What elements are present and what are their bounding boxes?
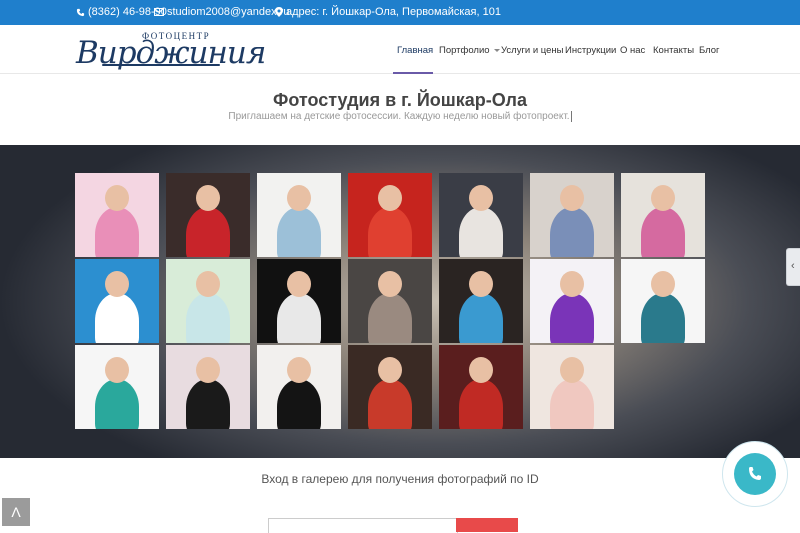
photo-subject-face bbox=[287, 357, 311, 383]
address-contact: адрес: г. Йошкар-Ола, Первомайская, 101 bbox=[275, 6, 501, 18]
page-title: Фотостудия в г. Йошкар-Ола bbox=[273, 90, 527, 110]
gallery-photo[interactable] bbox=[621, 173, 705, 257]
gallery-photo[interactable] bbox=[348, 259, 432, 343]
gallery-photo[interactable] bbox=[530, 259, 614, 343]
photo-subject bbox=[459, 293, 503, 343]
subtitle-text: Приглашаем на детские фотосессии. Каждую… bbox=[228, 111, 570, 123]
envelope-icon bbox=[154, 8, 164, 16]
typing-cursor bbox=[570, 111, 572, 122]
photo-subject-face bbox=[651, 185, 675, 211]
photo-subject-face bbox=[378, 357, 402, 383]
gallery-photo[interactable] bbox=[75, 345, 159, 429]
email-text: studiom2008@yandex.ru bbox=[167, 6, 290, 18]
photo-subject-face bbox=[560, 271, 584, 297]
photo-subject-face bbox=[196, 357, 220, 383]
gallery-photo[interactable] bbox=[75, 173, 159, 257]
gallery-login-button[interactable] bbox=[456, 518, 518, 532]
photo-subject-face bbox=[287, 271, 311, 297]
photo-subject bbox=[95, 207, 139, 257]
gallery-photo[interactable] bbox=[166, 173, 250, 257]
nav-portfolio-label: Портфолио bbox=[439, 45, 490, 56]
gallery-photo[interactable] bbox=[257, 345, 341, 429]
chevron-up-icon: Λ bbox=[11, 504, 21, 520]
gallery-photo[interactable] bbox=[530, 345, 614, 429]
photo-subject-face bbox=[196, 185, 220, 211]
photo-subject bbox=[368, 293, 412, 343]
photo-subject-face bbox=[105, 357, 129, 383]
photo-subject-face bbox=[560, 185, 584, 211]
email-contact[interactable]: studiom2008@yandex.ru bbox=[154, 6, 289, 18]
gallery-photo[interactable] bbox=[257, 173, 341, 257]
gallery-photo[interactable] bbox=[530, 173, 614, 257]
photo-subject-face bbox=[105, 271, 129, 297]
callback-button[interactable] bbox=[722, 441, 788, 507]
gallery-photo[interactable] bbox=[75, 259, 159, 343]
gallery-photo[interactable] bbox=[257, 259, 341, 343]
photo-subject bbox=[277, 379, 321, 429]
gallery-login-label: Вход в галерею для получения фотографий … bbox=[261, 472, 539, 486]
gallery-photo[interactable] bbox=[439, 173, 523, 257]
photo-subject-face bbox=[105, 185, 129, 211]
phone-icon bbox=[749, 467, 761, 480]
nav-about[interactable]: О нас bbox=[620, 45, 645, 56]
gallery-photo[interactable] bbox=[439, 259, 523, 343]
photo-subject-face bbox=[560, 357, 584, 383]
page-subtitle: Приглашаем на детские фотосессии. Каждую… bbox=[0, 111, 800, 122]
photo-id-input[interactable] bbox=[268, 518, 458, 533]
gallery-photo[interactable] bbox=[621, 259, 705, 343]
photo-subject-face bbox=[196, 271, 220, 297]
photo-subject-face bbox=[378, 185, 402, 211]
chevron-left-icon: ‹ bbox=[791, 260, 795, 272]
photo-subject bbox=[95, 379, 139, 429]
photo-subject bbox=[641, 207, 685, 257]
gallery-photo[interactable] bbox=[166, 345, 250, 429]
site-logo[interactable]: ФОТОЦЕНТР Вирджиния bbox=[76, 27, 266, 71]
photo-subject bbox=[95, 293, 139, 343]
photo-subject bbox=[368, 207, 412, 257]
photo-subject bbox=[186, 293, 230, 343]
scroll-to-top-button[interactable]: Λ bbox=[2, 498, 30, 526]
nav-instructions[interactable]: Инструкции bbox=[565, 45, 616, 56]
photo-subject bbox=[550, 293, 594, 343]
photo-subject bbox=[459, 379, 503, 429]
photo-subject-face bbox=[469, 185, 493, 211]
nav-contacts[interactable]: Контакты bbox=[653, 45, 694, 56]
photo-subject bbox=[277, 293, 321, 343]
nav-portfolio[interactable]: Портфолио bbox=[439, 45, 500, 56]
chevron-down-icon bbox=[493, 48, 500, 52]
nav-blog[interactable]: Блог bbox=[699, 45, 720, 56]
photo-subject-face bbox=[469, 357, 493, 383]
gallery-photo[interactable] bbox=[439, 345, 523, 429]
side-panel-toggle[interactable]: ‹ bbox=[786, 248, 800, 286]
photo-subject-face bbox=[469, 271, 493, 297]
photo-subject bbox=[550, 207, 594, 257]
address-text: адрес: г. Йошкар-Ола, Первомайская, 101 bbox=[286, 6, 501, 18]
photo-subject bbox=[186, 207, 230, 257]
photo-subject bbox=[368, 379, 412, 429]
photo-subject-face bbox=[287, 185, 311, 211]
gallery-photo[interactable] bbox=[348, 173, 432, 257]
site-header: ФОТОЦЕНТР Вирджиния Главная Портфолио Ус… bbox=[0, 25, 800, 74]
photo-subject bbox=[277, 207, 321, 257]
gallery-photo[interactable] bbox=[166, 259, 250, 343]
phone-icon bbox=[76, 8, 85, 16]
gallery-photo[interactable] bbox=[348, 345, 432, 429]
active-nav-indicator bbox=[393, 72, 433, 74]
logo-swash bbox=[102, 64, 220, 66]
photo-subject bbox=[186, 379, 230, 429]
photo-subject-face bbox=[378, 271, 402, 297]
nav-home[interactable]: Главная bbox=[397, 45, 433, 56]
photo-subject bbox=[550, 379, 594, 429]
photo-subject-face bbox=[651, 271, 675, 297]
photo-subject bbox=[459, 207, 503, 257]
callback-circle bbox=[734, 453, 776, 495]
top-contact-bar: (8362) 46-98-90 studiom2008@yandex.ru ад… bbox=[0, 0, 800, 25]
nav-services[interactable]: Услуги и цены bbox=[501, 45, 564, 56]
photo-subject bbox=[641, 293, 685, 343]
map-pin-icon bbox=[275, 7, 283, 17]
